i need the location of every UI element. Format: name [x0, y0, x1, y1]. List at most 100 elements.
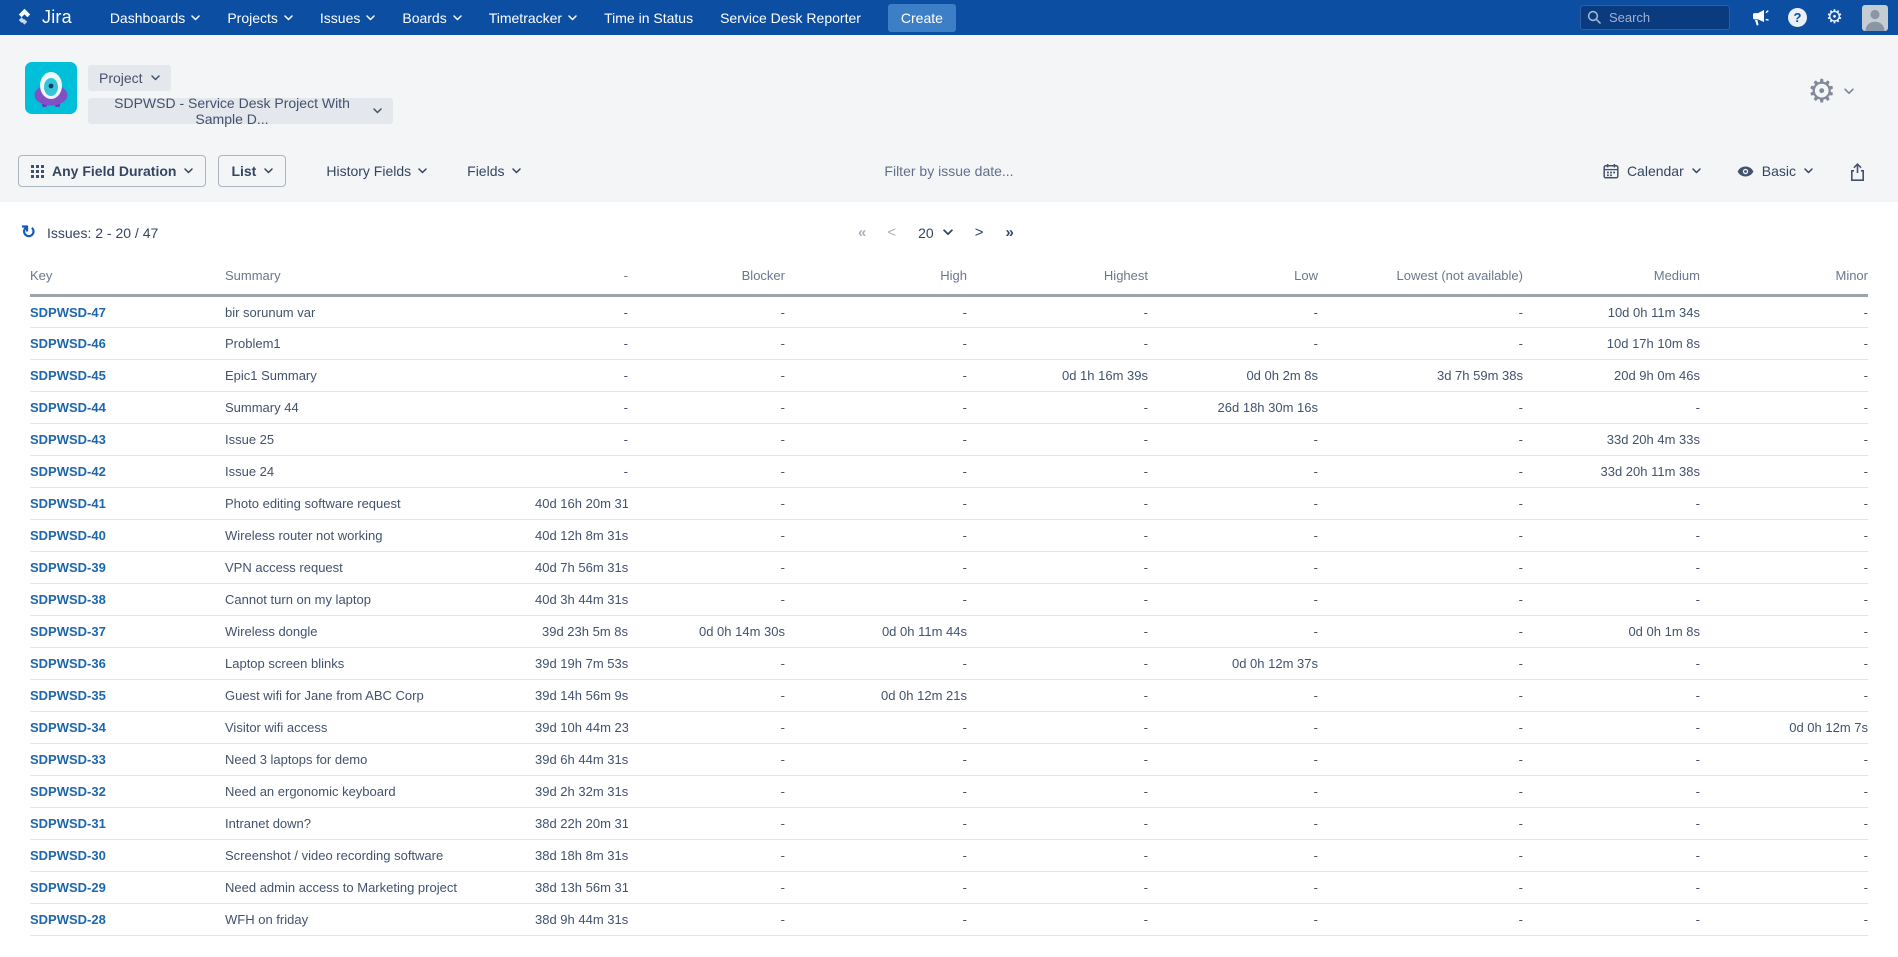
cell-duration: - — [967, 808, 1148, 840]
issue-key-link[interactable]: SDPWSD-37 — [30, 624, 106, 639]
project-select[interactable]: SDPWSD - Service Desk Project With Sampl… — [88, 98, 393, 124]
filter-by-date-input[interactable] — [799, 163, 1099, 179]
issue-key-link[interactable]: SDPWSD-33 — [30, 752, 106, 767]
cell-duration: 39d 19h 7m 53s — [535, 648, 628, 680]
last-page-button[interactable]: » — [1005, 224, 1012, 241]
cell-duration: - — [785, 872, 967, 904]
project-settings-button[interactable]: ⚙ — [1807, 75, 1854, 107]
search-box[interactable] — [1580, 5, 1730, 30]
help-icon[interactable]: ? — [1788, 8, 1807, 27]
export-icon[interactable] — [1849, 162, 1866, 181]
cell-duration: - — [1148, 712, 1318, 744]
chevron-down-icon — [1844, 88, 1854, 95]
first-page-button[interactable]: « — [858, 224, 865, 241]
cell-duration: - — [1318, 680, 1523, 712]
cell-duration: 10d 0h 11m 34s — [1523, 296, 1700, 328]
cell-duration: 39d 2h 32m 31s — [535, 776, 628, 808]
cell-key: SDPWSD-45 — [30, 360, 225, 392]
field-duration-button[interactable]: Any Field Duration — [18, 155, 206, 187]
announcements-megaphone-icon[interactable] — [1749, 9, 1769, 27]
cell-duration: - — [1148, 296, 1318, 328]
cell-duration: - — [1318, 552, 1523, 584]
fields-dropdown[interactable]: Fields — [467, 163, 520, 179]
cell-duration: - — [1148, 328, 1318, 360]
next-page-button[interactable]: > — [975, 224, 984, 241]
column-header-minor: Minor — [1700, 268, 1868, 296]
issue-key-link[interactable]: SDPWSD-43 — [30, 432, 106, 447]
issue-key-link[interactable]: SDPWSD-32 — [30, 784, 106, 799]
issue-key-link[interactable]: SDPWSD-29 — [30, 880, 106, 895]
nav-item-boards[interactable]: Boards — [402, 10, 461, 26]
user-avatar[interactable] — [1862, 5, 1888, 31]
cell-key: SDPWSD-32 — [30, 776, 225, 808]
cell-key: SDPWSD-31 — [30, 808, 225, 840]
nav-item-issues[interactable]: Issues — [320, 10, 375, 26]
cell-summary: Summary 44 — [225, 392, 535, 424]
jira-brand-text: Jira — [42, 7, 72, 28]
cell-duration: 0d 0h 1m 8s — [1523, 616, 1700, 648]
search-input[interactable] — [1580, 5, 1730, 30]
cell-duration: - — [1148, 456, 1318, 488]
nav-item-dashboards[interactable]: Dashboards — [110, 10, 201, 26]
issue-key-link[interactable]: SDPWSD-41 — [30, 496, 106, 511]
cell-duration: - — [1523, 712, 1700, 744]
issues-count: Issues: 2 - 20 / 47 — [47, 225, 158, 241]
view-mode-button[interactable]: List — [218, 155, 286, 187]
prev-page-button[interactable]: < — [887, 224, 896, 241]
cell-duration: - — [1148, 872, 1318, 904]
admin-gear-icon[interactable]: ⚙ — [1826, 8, 1843, 27]
nav-item-timetracker[interactable]: Timetracker — [489, 10, 577, 26]
cell-duration: - — [1318, 776, 1523, 808]
chevron-down-icon — [284, 15, 293, 21]
cell-duration: - — [1318, 488, 1523, 520]
cell-duration: - — [967, 456, 1148, 488]
refresh-icon[interactable]: ↻ — [21, 223, 36, 241]
project-button[interactable]: Project — [88, 65, 171, 91]
eye-icon — [1737, 166, 1754, 177]
cell-duration: - — [967, 392, 1148, 424]
project-avatar[interactable] — [25, 62, 77, 114]
issue-key-link[interactable]: SDPWSD-47 — [30, 305, 106, 320]
issue-key-link[interactable]: SDPWSD-45 — [30, 368, 106, 383]
cell-duration: - — [1700, 776, 1868, 808]
cell-duration: - — [1523, 648, 1700, 680]
column-header-summary: Summary — [225, 268, 535, 296]
table-row: SDPWSD-42Issue 24------33d 20h 11m 38s- — [30, 456, 1868, 488]
issue-key-link[interactable]: SDPWSD-28 — [30, 912, 106, 927]
cell-duration: - — [967, 296, 1148, 328]
history-fields-dropdown[interactable]: History Fields — [326, 163, 427, 179]
column-header-dash: - — [535, 268, 628, 296]
issue-key-link[interactable]: SDPWSD-31 — [30, 816, 106, 831]
page-size-select[interactable]: 20 — [918, 225, 953, 241]
cell-duration: - — [785, 840, 967, 872]
issue-key-link[interactable]: SDPWSD-35 — [30, 688, 106, 703]
issue-key-link[interactable]: SDPWSD-38 — [30, 592, 106, 607]
issue-key-link[interactable]: SDPWSD-34 — [30, 720, 106, 735]
issue-key-link[interactable]: SDPWSD-40 — [30, 528, 106, 543]
nav-item-service-desk-reporter[interactable]: Service Desk Reporter — [720, 10, 861, 26]
issue-key-link[interactable]: SDPWSD-36 — [30, 656, 106, 671]
calendar-dropdown[interactable]: Calendar — [1603, 163, 1701, 179]
nav-item-time-in-status[interactable]: Time in Status — [604, 10, 693, 26]
cell-duration: - — [1700, 488, 1868, 520]
table-row: SDPWSD-36Laptop screen blinks39d 19h 7m … — [30, 648, 1868, 680]
basic-view-dropdown[interactable]: Basic — [1737, 163, 1813, 179]
nav-item-projects[interactable]: Projects — [227, 10, 293, 26]
jira-logo[interactable]: Jira — [14, 7, 72, 28]
issue-key-link[interactable]: SDPWSD-30 — [30, 848, 106, 863]
cell-summary: Problem1 — [225, 328, 535, 360]
cell-duration: - — [628, 584, 785, 616]
create-button[interactable]: Create — [888, 4, 956, 32]
cell-duration: - — [785, 552, 967, 584]
cell-duration: - — [967, 552, 1148, 584]
navbar-right: ? ⚙ — [1580, 5, 1888, 31]
issue-key-link[interactable]: SDPWSD-39 — [30, 560, 106, 575]
cell-duration: - — [1318, 392, 1523, 424]
cell-duration: - — [1700, 904, 1868, 936]
issue-key-link[interactable]: SDPWSD-46 — [30, 336, 106, 351]
issue-key-link[interactable]: SDPWSD-44 — [30, 400, 106, 415]
issue-key-link[interactable]: SDPWSD-42 — [30, 464, 106, 479]
cell-key: SDPWSD-36 — [30, 648, 225, 680]
cell-duration: 20d 9h 0m 46s — [1523, 360, 1700, 392]
cell-key: SDPWSD-28 — [30, 904, 225, 936]
